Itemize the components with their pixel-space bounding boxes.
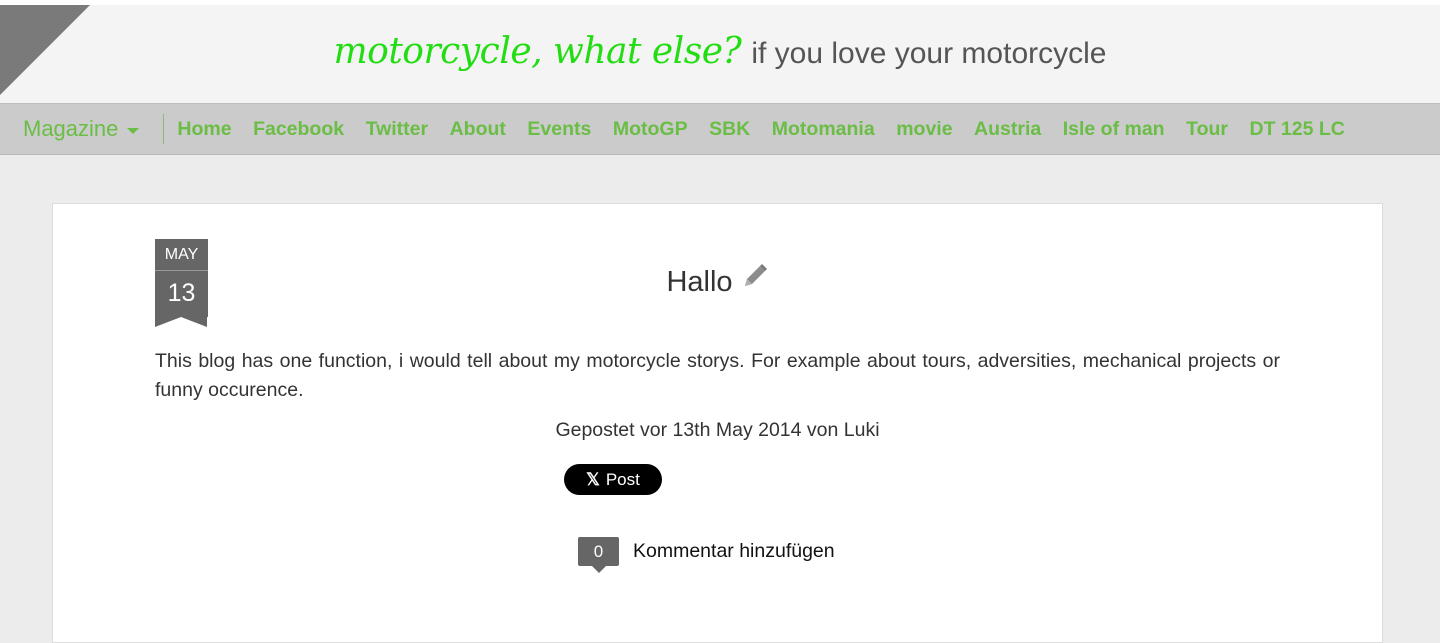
nav-link-events[interactable]: Events [527, 118, 591, 141]
post-card: MAY 13 Hallo This blog has one function,… [52, 203, 1383, 643]
nav-link-about[interactable]: About [450, 118, 506, 141]
add-comment-label: Kommentar hinzufügen [633, 540, 835, 562]
post-body: This blog has one function, i would tell… [155, 350, 1280, 401]
post-meta: Gepostet vor 13th May 2014 von Luki [555, 419, 880, 441]
post-title-text[interactable]: Hallo [666, 266, 732, 298]
nav-link-sbk[interactable]: SBK [709, 118, 750, 141]
add-comment-link[interactable]: 0 Kommentar hinzufügen [578, 537, 835, 573]
nav-link-motomania[interactable]: Motomania [772, 118, 875, 141]
nav-link-isle-of-man[interactable]: Isle of man [1063, 118, 1165, 141]
comment-count-badge: 0 [578, 537, 619, 573]
x-post-label: Post [605, 469, 640, 489]
nav-link-dt-125-lc[interactable]: DT 125 LC [1250, 118, 1345, 141]
nav-links: Home Facebook Twitter About Events MotoG… [177, 118, 1366, 141]
nav-divider [163, 114, 165, 144]
site-header: motorcycle, what else? if you love your m… [0, 0, 1440, 103]
nav-link-austria[interactable]: Austria [974, 118, 1041, 141]
pencil-icon[interactable] [741, 262, 769, 298]
magazine-dropdown[interactable]: Magazine [23, 116, 140, 142]
x-post-button[interactable]: 𝕏 Post [564, 464, 662, 495]
nav-link-facebook[interactable]: Facebook [253, 118, 344, 141]
main-nav: Magazine Home Facebook Twitter About Eve… [0, 103, 1440, 155]
nav-link-twitter[interactable]: Twitter [366, 118, 428, 141]
post-title: Hallo [53, 264, 1382, 299]
x-logo-icon: 𝕏 [586, 469, 600, 489]
nav-link-movie[interactable]: movie [896, 118, 952, 141]
nav-link-tour[interactable]: Tour [1186, 118, 1228, 141]
site-brand[interactable]: motorcycle, what else? [334, 31, 742, 72]
caret-down-icon [127, 127, 140, 134]
date-badge-tail [155, 317, 207, 327]
site-tagline: if you love your motorcycle [751, 37, 1107, 70]
nav-link-home[interactable]: Home [177, 118, 231, 141]
site-title[interactable]: motorcycle, what else? if you love your m… [0, 31, 1440, 72]
nav-link-motogp[interactable]: MotoGP [613, 118, 688, 141]
magazine-dropdown-label: Magazine [23, 116, 119, 141]
